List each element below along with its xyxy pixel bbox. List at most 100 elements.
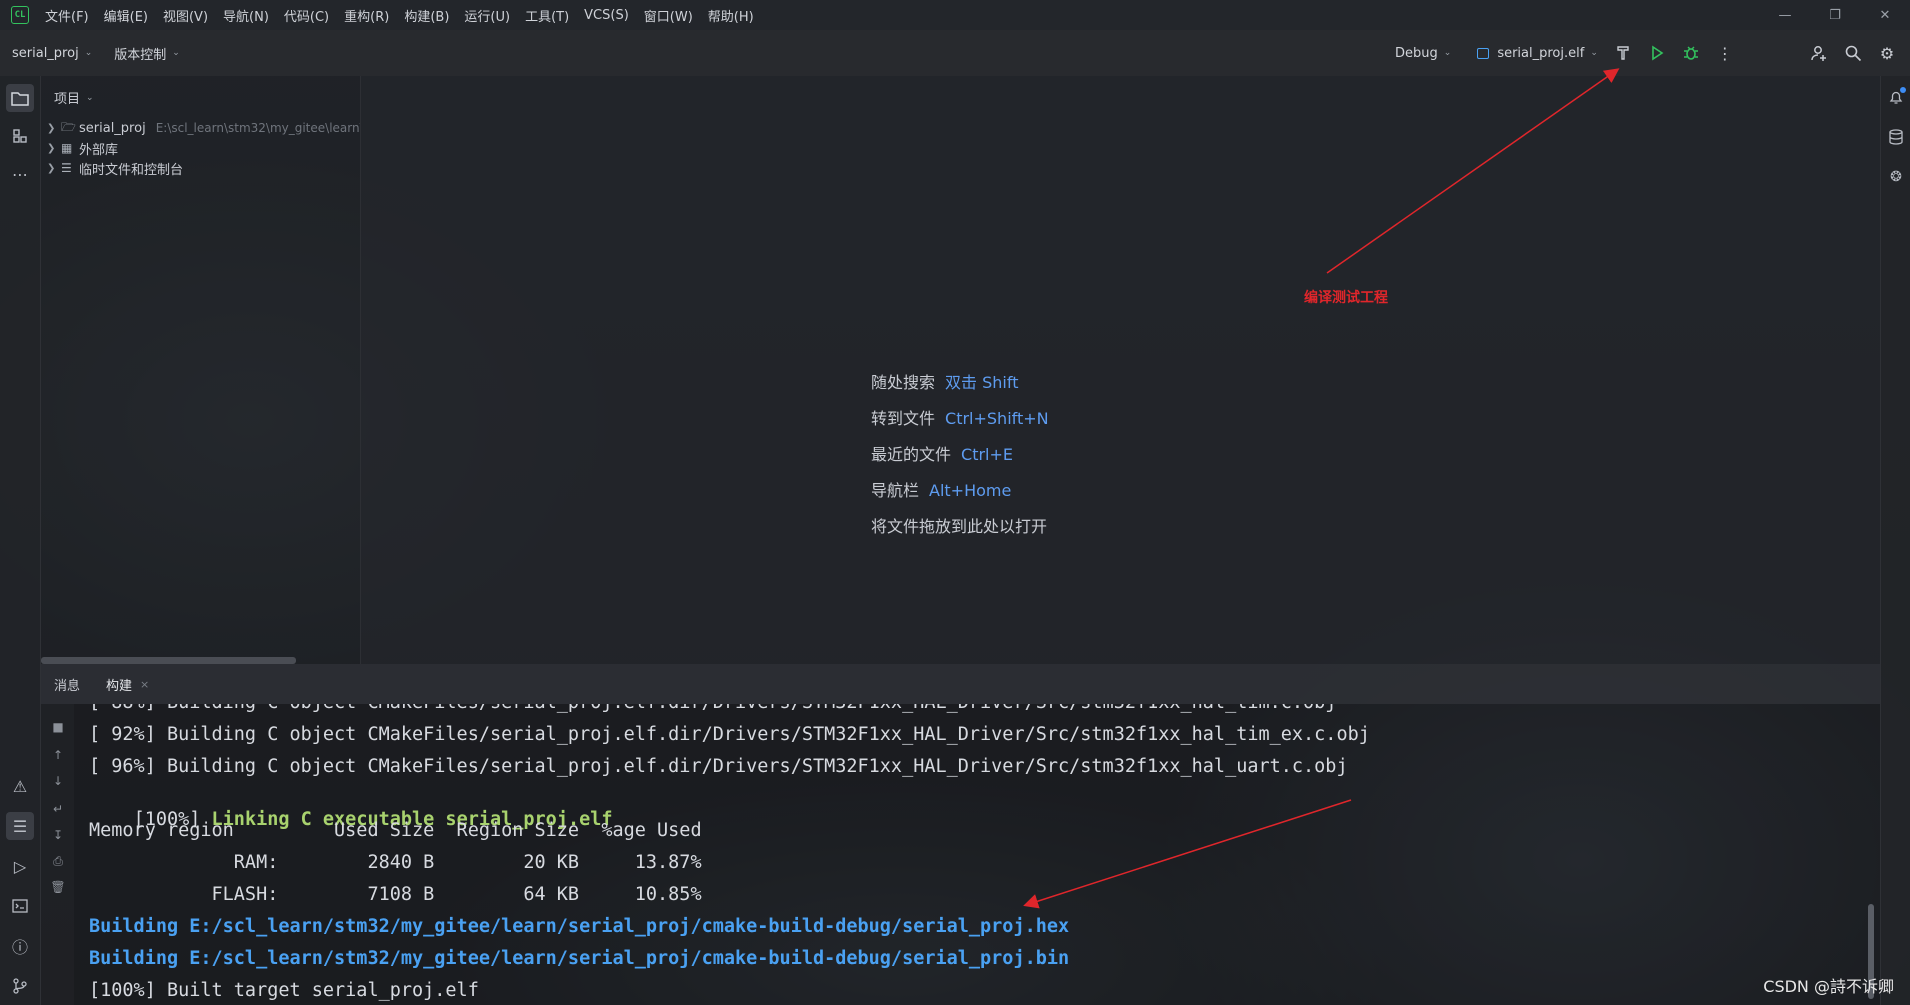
debug-icon[interactable]: [1674, 36, 1708, 70]
memory-table-header: Memory region Used Size Region Size %age…: [89, 820, 702, 841]
project-name: serial_proj: [12, 45, 79, 61]
tree-item-label: 外部库: [79, 142, 119, 158]
menu-code[interactable]: 代码(C): [284, 6, 329, 25]
vcs-label: 版本控制: [114, 47, 167, 63]
menu-file[interactable]: 文件(F): [45, 6, 89, 25]
hint-drop-files: 将文件拖放到此处以打开: [871, 513, 1047, 537]
build-profile-selector[interactable]: Debug ⌄: [1395, 46, 1451, 61]
menu-view[interactable]: 视图(V): [163, 6, 208, 25]
tree-item-external-libraries[interactable]: ❯ ▦ 外部库: [47, 138, 118, 158]
stop-icon[interactable]: ■: [49, 718, 67, 736]
run-icon[interactable]: [1640, 36, 1674, 70]
hint-label: 最近的文件: [871, 445, 952, 464]
build-console-gutter: ■ ↑ ↓ ↵ ↧ ⎙ 🗑: [41, 704, 74, 1005]
problems-icon[interactable]: ⚠: [6, 772, 34, 800]
horizontal-scrollbar[interactable]: [41, 657, 296, 664]
print-icon[interactable]: ⎙: [49, 852, 67, 870]
project-view-selector[interactable]: 项目 ⌄: [54, 88, 94, 107]
chevron-right-icon[interactable]: ❯: [47, 163, 61, 174]
annotation-label: 编译测试工程: [1304, 290, 1388, 306]
soft-wrap-icon[interactable]: ↵: [49, 800, 67, 818]
tree-item-scratches[interactable]: ❯ ☰ 临时文件和控制台: [47, 158, 183, 178]
tree-item-serial-proj[interactable]: ❯ 🗁 serial_proj E:\scl_learn\stm32\my_gi…: [47, 118, 360, 138]
hint-shortcut: Ctrl+E: [961, 445, 1013, 464]
chevron-down-icon: ⌄: [172, 48, 180, 58]
right-tool-strip: ❂: [1880, 76, 1910, 1005]
menu-bar: CL 文件(F) 编辑(E) 视图(V) 导航(N) 代码(C) 重构(R) 构…: [0, 0, 1910, 30]
toolbar-right-group: ⚙: [1802, 30, 1904, 76]
hint-shortcut: Alt+Home: [929, 481, 1012, 500]
folder-icon[interactable]: [6, 84, 34, 112]
services-icon[interactable]: ▷: [6, 852, 34, 880]
close-tab-icon[interactable]: ×: [140, 678, 149, 691]
build-profile-label: Debug: [1395, 45, 1438, 61]
scratches-icon: ☰: [61, 161, 72, 175]
tree-item-path: E:\scl_learn\stm32\my_gitee\learn\serial…: [155, 121, 360, 135]
chevron-down-icon: ⌄: [84, 48, 93, 58]
menu-run[interactable]: 运行(U): [464, 6, 510, 25]
menu-build[interactable]: 构建(B): [404, 6, 449, 25]
memory-row-flash: FLASH: 7108 B 64 KB 10.85%: [89, 884, 702, 905]
project-selector[interactable]: serial_proj ⌄: [12, 46, 92, 61]
hint-search-everywhere: 随处搜索 双击 Shift: [871, 369, 1018, 393]
chevron-down-icon: ⌄: [86, 92, 94, 103]
chevron-right-icon[interactable]: ❯: [47, 143, 61, 154]
hint-recent-files: 最近的文件 Ctrl+E: [871, 441, 1013, 465]
search-icon[interactable]: [1836, 36, 1870, 70]
chevron-right-icon[interactable]: ❯: [47, 123, 61, 134]
menu-help[interactable]: 帮助(H): [708, 6, 754, 25]
database-icon[interactable]: [1885, 126, 1907, 148]
notifications-problem-icon[interactable]: ⓘ: [6, 932, 34, 960]
build-console-output[interactable]: [ 88%] Building C object CMakeFiles/seri…: [74, 704, 1880, 1005]
close-icon[interactable]: ✕: [1860, 0, 1910, 30]
cmake-target-icon: [1477, 47, 1490, 59]
tree-item-label: serial_proj: [79, 120, 146, 136]
main-toolbar: serial_proj ⌄ 版本控制 ⌄ Debug ⌄ serial_proj…: [0, 30, 1910, 76]
structure-icon[interactable]: [6, 122, 34, 150]
editor-empty-state: 编译测试工程 随处搜索 双击 Shift 转到文件 Ctrl+Shift+N 最近的…: [361, 76, 1880, 664]
build-hammer-icon[interactable]: [1606, 36, 1640, 70]
menu-refactor[interactable]: 重构(R): [344, 6, 389, 25]
watermark: CSDN @詩不诉卿: [1763, 977, 1894, 996]
arrow-down-icon[interactable]: ↓: [49, 772, 67, 790]
terminal-icon[interactable]: [6, 892, 34, 920]
minimize-icon[interactable]: —: [1760, 0, 1810, 30]
git-icon[interactable]: [6, 972, 34, 1000]
memory-row-ram: RAM: 2840 B 20 KB 13.87%: [89, 852, 702, 873]
more-icon[interactable]: ⋯: [6, 160, 34, 188]
console-line: [ 88%] Building C object CMakeFiles/seri…: [89, 704, 1336, 713]
left-tool-strip: ⋯ ⚠ ☰ ▷ ⓘ: [0, 76, 41, 1005]
menu-vcs[interactable]: VCS(S): [584, 8, 629, 23]
console-line-bin: Building E:/scl_learn/stm32/my_gitee/lea…: [89, 948, 1070, 969]
console-line: [ 92%] Building C object CMakeFiles/seri…: [89, 724, 1370, 745]
chevron-down-icon: ⌄: [1590, 48, 1598, 58]
notification-badge: [1900, 87, 1906, 93]
build-icon[interactable]: ☰: [6, 812, 34, 840]
folder-icon: 🗁: [61, 119, 76, 134]
run-config-group: Debug ⌄ serial_proj.elf ⌄ ⋮: [1395, 30, 1742, 76]
menu-edit[interactable]: 编辑(E): [104, 6, 148, 25]
scroll-to-end-icon[interactable]: ↧: [49, 826, 67, 844]
hint-label: 转到文件: [871, 409, 936, 428]
tab-build[interactable]: 构建 ×: [93, 664, 162, 704]
window-controls: — ❐ ✕: [1760, 0, 1910, 30]
add-user-icon[interactable]: [1802, 36, 1836, 70]
plugin-icon[interactable]: ❂: [1885, 166, 1907, 188]
chevron-down-icon: ⌄: [1443, 48, 1452, 58]
restore-icon[interactable]: ❐: [1810, 0, 1860, 30]
more-actions-icon[interactable]: ⋮: [1708, 36, 1742, 70]
tab-label: 消息: [54, 678, 81, 694]
arrow-up-icon[interactable]: ↑: [49, 746, 67, 764]
bell-icon[interactable]: [1885, 86, 1907, 108]
clear-all-icon[interactable]: 🗑: [49, 878, 67, 896]
run-config-label: serial_proj.elf: [1497, 45, 1585, 61]
settings-gear-icon[interactable]: ⚙: [1870, 36, 1904, 70]
menu-window[interactable]: 窗口(W): [644, 6, 693, 25]
hint-shortcut: 双击 Shift: [945, 373, 1019, 392]
menu-navigate[interactable]: 导航(N): [223, 6, 269, 25]
hint-shortcut: Ctrl+Shift+N: [945, 409, 1049, 428]
menu-tools[interactable]: 工具(T): [525, 6, 569, 25]
vcs-selector[interactable]: 版本控制 ⌄: [114, 44, 180, 63]
run-config-selector[interactable]: serial_proj.elf ⌄: [1477, 46, 1598, 61]
tab-messages[interactable]: 消息: [41, 664, 93, 704]
